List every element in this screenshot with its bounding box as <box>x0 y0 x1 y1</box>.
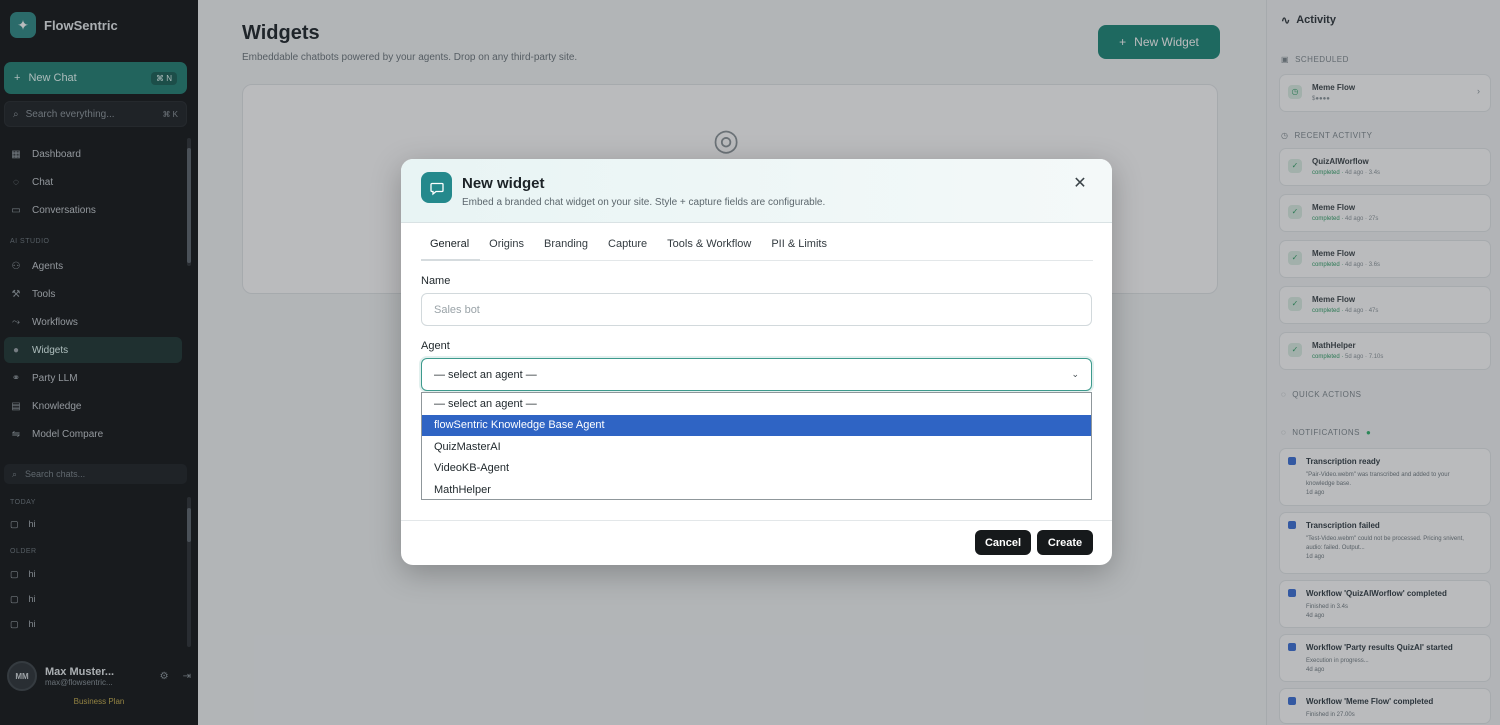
tab-tools-workflow[interactable]: Tools & Workflow <box>658 235 762 261</box>
tab-pii-limits[interactable]: PII & Limits <box>762 235 838 261</box>
create-button[interactable]: Create <box>1037 530 1093 555</box>
name-label: Name <box>421 275 451 287</box>
tab-origins[interactable]: Origins <box>480 235 535 261</box>
agent-label: Agent <box>421 340 450 352</box>
dialog-tabs: General Origins Branding Capture Tools &… <box>421 235 1093 261</box>
tab-general[interactable]: General <box>421 235 481 261</box>
new-widget-dialog: New widget Embed a branded chat widget o… <box>401 159 1112 565</box>
tab-branding[interactable]: Branding <box>535 235 599 261</box>
footer-divider <box>401 520 1112 521</box>
name-placeholder: Sales bot <box>434 303 480 316</box>
agent-dropdown-list: — select an agent — flowSentric Knowledg… <box>421 392 1092 500</box>
agent-option-highlighted[interactable]: flowSentric Knowledge Base Agent <box>422 414 1091 436</box>
dialog-subtitle: Embed a branded chat widget on your site… <box>462 197 826 208</box>
close-icon[interactable]: ✕ <box>1072 176 1088 192</box>
agent-option[interactable]: VideoKB-Agent <box>422 458 1091 480</box>
agent-select[interactable]: — select an agent — ⌄ <box>421 358 1092 391</box>
chevron-down-icon: ⌄ <box>1071 369 1079 379</box>
agent-option[interactable]: QuizMasterAI <box>422 436 1091 458</box>
tab-capture[interactable]: Capture <box>599 235 658 261</box>
dialog-header: New widget Embed a branded chat widget o… <box>401 159 1112 223</box>
agent-option[interactable]: — select an agent — <box>422 393 1091 415</box>
agent-option[interactable]: MathHelper <box>422 479 1091 501</box>
chat-widget-icon <box>421 172 452 203</box>
dialog-title: New widget <box>462 175 545 192</box>
agent-selected-value: — select an agent — <box>434 368 537 381</box>
cancel-button[interactable]: Cancel <box>975 530 1031 555</box>
name-input[interactable]: Sales bot <box>421 293 1092 326</box>
